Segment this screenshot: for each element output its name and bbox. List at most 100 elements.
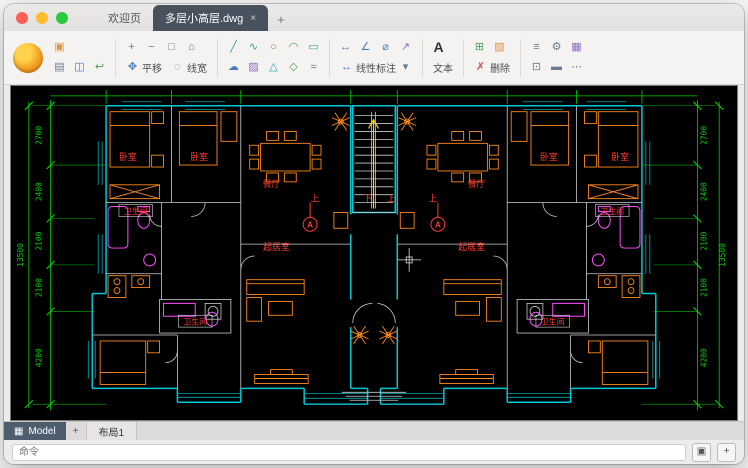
pan-icon: ✥ [126, 59, 139, 76]
dim-radius-icon[interactable]: ⌀ [377, 39, 394, 56]
app-logo[interactable] [13, 43, 43, 73]
layers-icon[interactable]: ≡ [528, 39, 545, 56]
tab-layout1[interactable]: 布局1 [87, 422, 138, 440]
revcloud-tool-icon[interactable]: ☁ [225, 59, 242, 76]
rectangle-tool-icon[interactable]: ▭ [305, 39, 322, 56]
zoom-out-icon[interactable]: − [143, 39, 160, 56]
command-input[interactable] [12, 444, 686, 461]
erase-button[interactable]: ✗ 删除 [471, 59, 513, 76]
tab-welcome[interactable]: 欢迎页 [96, 5, 153, 31]
polygon-tool-icon[interactable]: △ [265, 59, 282, 76]
erase-label: 删除 [490, 60, 510, 75]
line-tool-icon[interactable]: ╱ [225, 39, 242, 56]
undo-icon[interactable]: ↩ [91, 59, 108, 76]
room-label-living: 起居室 [263, 241, 290, 252]
circle-tool-icon[interactable]: ○ [265, 39, 282, 56]
file-group: ▣ ▤ ◫ ↩ [47, 39, 112, 76]
tab-close-icon[interactable]: × [250, 13, 256, 24]
floorplan-svg: 2700 2400 2100 2100 4200 13500 2700 2400… [11, 86, 737, 420]
palette-icon[interactable]: ▦ [568, 39, 585, 56]
text-button[interactable]: 文本 [430, 59, 456, 76]
minimize-window-button[interactable] [36, 12, 48, 24]
stair-label-up: 上 [428, 194, 437, 204]
pan-button[interactable]: ✥ 平移 [123, 59, 165, 76]
stair-label-up: 上 [387, 194, 396, 204]
table-icon[interactable]: ⊞ [471, 39, 488, 56]
new-tab-button[interactable]: + [268, 8, 294, 31]
crosshair-cursor [397, 248, 421, 272]
dim-angle-icon[interactable]: ∠ [357, 39, 374, 56]
text-tool-icon[interactable]: A [430, 39, 447, 56]
modify-group: ⊞ ▧ ✗ 删除 [467, 39, 517, 76]
dim-linear-icon[interactable]: ↔ [337, 39, 354, 56]
arc-tool-icon[interactable]: ◠ [285, 39, 302, 56]
spline-tool-icon[interactable]: ≈ [305, 59, 322, 76]
chevron-down-icon: ▾ [399, 59, 412, 76]
zoom-extents-icon[interactable]: ⌂ [183, 39, 200, 56]
dim-right-1: 2700 [699, 126, 708, 145]
room-label-bathroom: 卫生间 [183, 317, 207, 327]
grid-icon[interactable]: ⊡ [528, 59, 545, 76]
zoom-in-icon[interactable]: + [123, 39, 140, 56]
image-icon[interactable]: ▧ [491, 39, 508, 56]
print-icon[interactable]: ▤ [51, 59, 68, 76]
text-label: 文本 [433, 60, 453, 75]
erase-icon: ✗ [474, 59, 487, 76]
section-marker-a: A [307, 220, 313, 229]
more-icon[interactable]: ⋯ [568, 59, 585, 76]
open-file-icon[interactable]: ▣ [51, 39, 68, 56]
panel-toggle-icon[interactable]: ▣ [692, 443, 711, 462]
tab-strip: 欢迎页 多层小高层.dwg × + [96, 4, 294, 31]
save-icon[interactable]: ◫ [71, 59, 88, 76]
room-label-bathroom: 卫生间 [600, 206, 624, 216]
dim-right-2: 2400 [699, 182, 708, 201]
toolbar-separator [520, 39, 521, 77]
model-tab-label: Model [28, 426, 55, 437]
leader-icon[interactable]: ↗ [397, 39, 414, 56]
zoom-window-icon[interactable]: □ [163, 39, 180, 56]
lineweight-button[interactable]: ◌ 线宽 [168, 59, 210, 76]
window-controls [16, 12, 68, 24]
dim-right-4: 2100 [699, 278, 708, 297]
hatch-tool-icon[interactable]: ▨ [245, 59, 262, 76]
close-window-button[interactable] [16, 12, 28, 24]
toolbar-separator [422, 39, 423, 77]
add-view-icon[interactable]: + [717, 443, 736, 462]
dim-right-total: 13500 [718, 243, 727, 267]
room-label-dining: 餐厅 [468, 178, 486, 189]
diamond-tool-icon[interactable]: ◇ [285, 59, 302, 76]
dim-left-5: 4200 [35, 348, 44, 367]
drawing-canvas[interactable]: 2700 2400 2100 2100 4200 13500 2700 2400… [10, 85, 738, 421]
zoom-window-button[interactable] [56, 12, 68, 24]
right-unit-layer [374, 90, 723, 410]
lineweight-icon: ◌ [171, 59, 184, 76]
room-label-bedroom: 卧室 [611, 151, 629, 162]
lineweight-label: 线宽 [187, 60, 207, 75]
toolbar: ▣ ▤ ◫ ↩ + − □ ⌂ ✥ 平移 ◌ [4, 31, 744, 85]
dim-left-2: 2400 [35, 182, 44, 201]
layout1-tab-label: 布局1 [99, 424, 125, 439]
ruler-icon[interactable]: ▬ [548, 59, 565, 76]
statusbar: ▣ + [4, 440, 744, 464]
draw-group: ╱ ∿ ○ ◠ ▭ ☁ ▨ △ ◇ ≈ [221, 39, 326, 76]
polyline-tool-icon[interactable]: ∿ [245, 39, 262, 56]
room-label-bedroom: 卧室 [119, 151, 137, 162]
app-window: 欢迎页 多层小高层.dwg × + ▣ ▤ ◫ ↩ + − [4, 4, 744, 464]
room-label-bedroom: 卧室 [190, 151, 208, 162]
stair-label-down: 下 [363, 194, 372, 204]
settings-gear-icon[interactable]: ⚙ [548, 39, 565, 56]
dim-right-5: 4200 [699, 348, 708, 367]
tab-model[interactable]: ▦ Model [4, 422, 66, 440]
zoom-pan-group: + − □ ⌂ ✥ 平移 ◌ 线宽 [119, 39, 214, 76]
room-label-bedroom: 卧室 [540, 151, 558, 162]
section-marker-a: A [435, 220, 441, 229]
pan-label: 平移 [142, 60, 162, 75]
room-label-dining: 餐厅 [263, 178, 281, 189]
add-layout-button[interactable]: + [66, 422, 87, 440]
layout-tab-bar: ▦ Model + 布局1 [4, 421, 744, 440]
room-label-bathroom: 卫生间 [124, 206, 148, 216]
dimension-group: ↔ ∠ ⌀ ↗ ↔ 线性标注 ▾ [333, 39, 419, 76]
tab-drawing[interactable]: 多层小高层.dwg × [153, 5, 268, 31]
linear-dimension-button[interactable]: ↔ 线性标注 ▾ [337, 59, 415, 76]
tab-welcome-label: 欢迎页 [108, 13, 141, 25]
